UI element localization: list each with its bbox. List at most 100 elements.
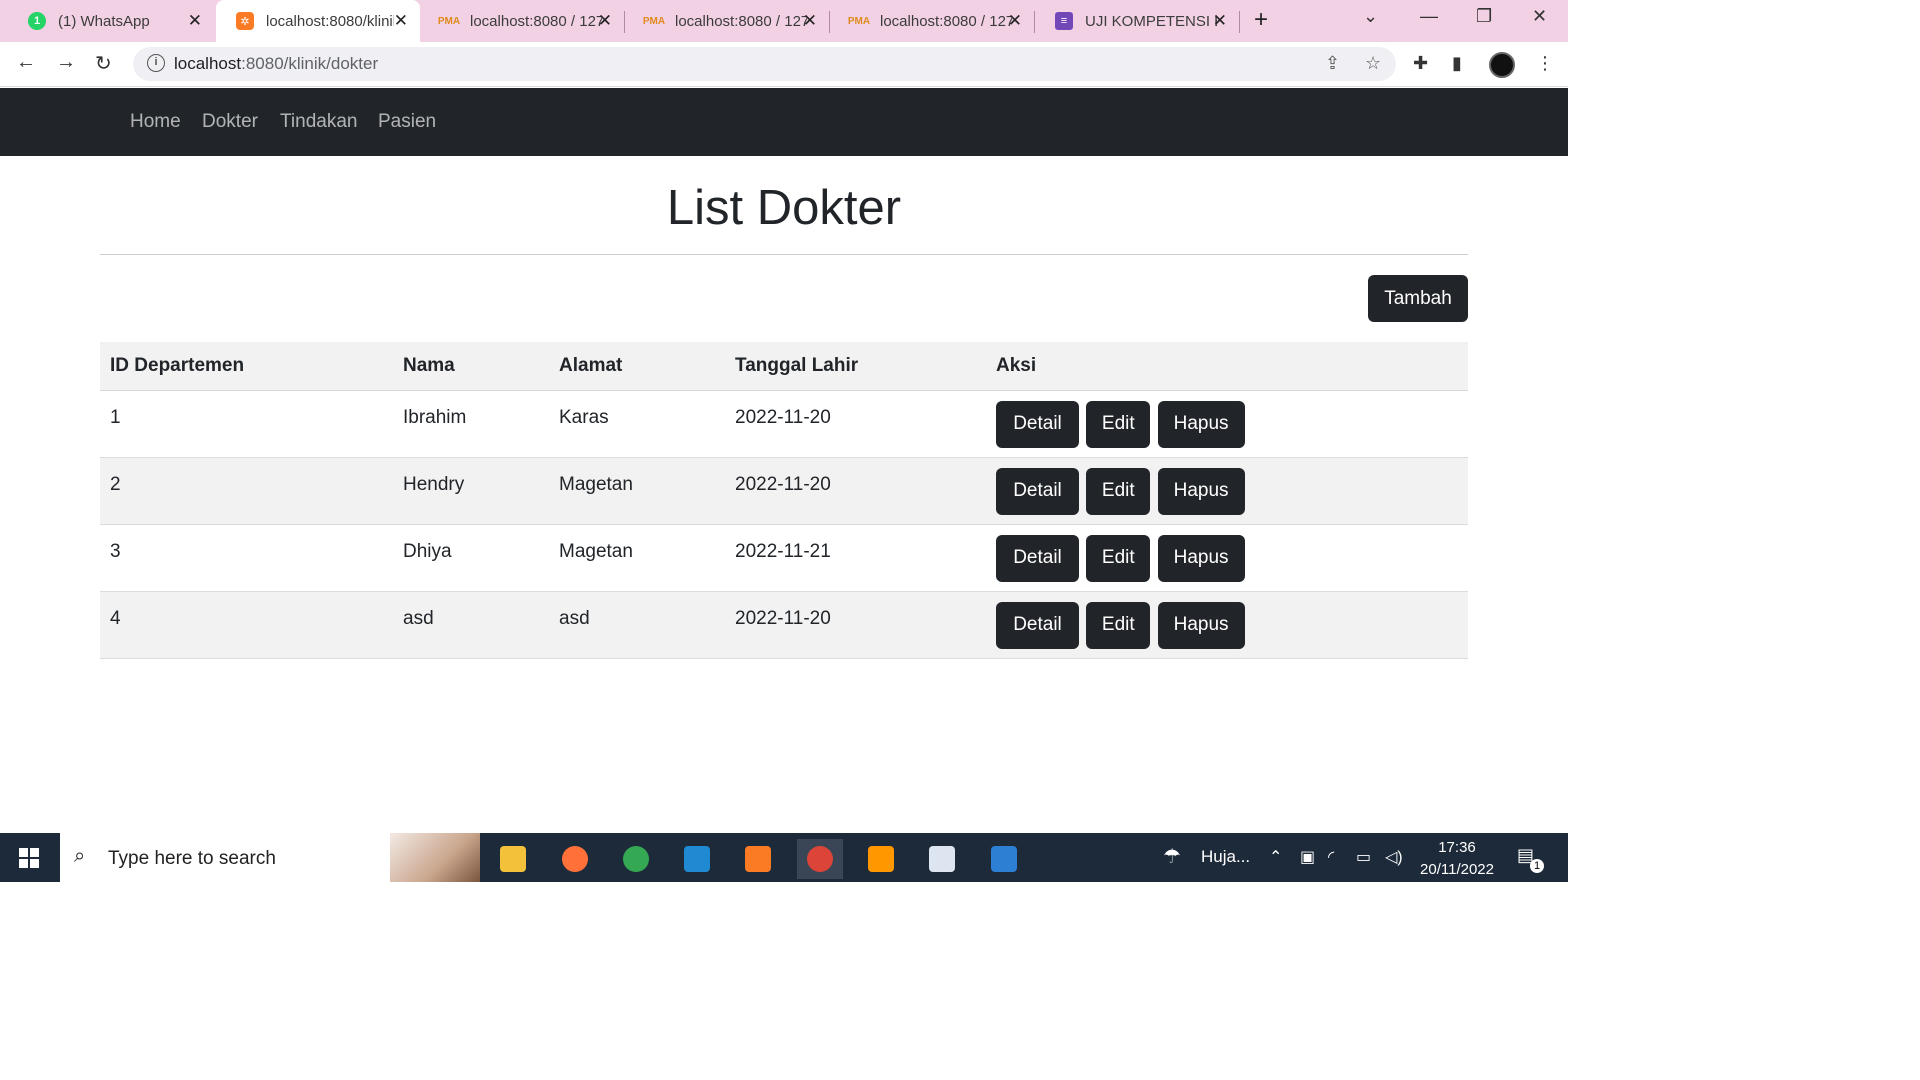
cell-tanggal-lahir: 2022-11-20 (725, 390, 986, 458)
firefox-icon[interactable] (552, 839, 598, 879)
notepad-icon[interactable] (919, 839, 965, 879)
hapus-button[interactable]: Hapus (1157, 601, 1245, 649)
xampp-taskbar-icon[interactable] (735, 839, 781, 879)
side-panel-icon[interactable]: ▮ (1452, 53, 1462, 74)
tab-search-chevron-icon[interactable]: ⌄ (1363, 6, 1378, 27)
bookmark-star-icon[interactable]: ☆ (1365, 53, 1381, 74)
chrome-icon[interactable] (797, 839, 843, 879)
table-row: 3 Dhiya Magetan 2022-11-21 Detail Edit H… (100, 524, 1468, 592)
nav-tindakan[interactable]: Tindakan (280, 111, 357, 133)
hapus-button[interactable]: Hapus (1157, 400, 1245, 448)
page-title: List Dokter (666, 181, 902, 235)
wifi-icon[interactable]: ◜ (1328, 847, 1334, 867)
minimize-icon[interactable]: — (1420, 6, 1438, 27)
cell-alamat: asd (549, 591, 725, 659)
edit-button[interactable]: Edit (1086, 467, 1151, 515)
forms-icon: ≡ (1055, 12, 1073, 30)
extensions-icon[interactable]: ✚ (1413, 53, 1428, 74)
tab-phpmyadmin-2[interactable]: PMA localhost:8080 / 127.0.0.1 ✕ (625, 0, 829, 42)
col-header-aksi: Aksi (986, 342, 1468, 391)
volume-icon[interactable]: ◁) (1385, 847, 1403, 867)
back-icon[interactable]: ← (16, 51, 36, 74)
detail-button[interactable]: Detail (996, 467, 1079, 515)
browser-toolbar: ← → ↻ i localhost:8080/klinik/dokter ⇪ ☆… (0, 42, 1568, 87)
cell-alamat: Magetan (549, 457, 725, 525)
nav-home[interactable]: Home (130, 111, 181, 133)
tab-separator (1239, 11, 1240, 33)
menu-kebab-icon[interactable]: ⋮ (1536, 53, 1554, 74)
tab-title: localhost:8080 / 127.0.0.1 (675, 12, 807, 30)
hapus-button[interactable]: Hapus (1157, 467, 1245, 515)
table-row: 4 asd asd 2022-11-20 Detail Edit Hapus (100, 591, 1468, 659)
cell-nama: asd (393, 591, 549, 659)
cell-aksi: Detail Edit Hapus (986, 591, 1468, 659)
restore-icon[interactable]: ❐ (1476, 6, 1492, 27)
weather-rain-icon[interactable]: ☂ (1163, 844, 1181, 869)
cell-tanggal-lahir: 2022-11-21 (725, 524, 986, 592)
show-hidden-icons-icon[interactable]: ⌃ (1269, 847, 1282, 867)
weather-text[interactable]: Huja... (1201, 847, 1250, 867)
detail-button[interactable]: Detail (996, 400, 1079, 448)
title-divider (100, 254, 1468, 255)
tab-title: localhost:8080/klinik/dokter (266, 12, 394, 30)
profile-avatar[interactable] (1489, 52, 1515, 78)
cell-nama: Dhiya (393, 524, 549, 592)
edit-button[interactable]: Edit (1086, 601, 1151, 649)
forward-icon[interactable]: → (56, 51, 76, 74)
taskbar-clock[interactable]: 17:36 20/11/2022 (1412, 837, 1502, 881)
windows-taskbar: ⌕ Type here to search ☂ Huja... ⌃ ▣ ◜ ▭ … (0, 833, 1568, 882)
close-tab-icon[interactable]: ✕ (394, 11, 408, 31)
meet-now-icon[interactable]: ▣ (1300, 847, 1315, 867)
table-row: 1 Ibrahim Karas 2022-11-20 Detail Edit H… (100, 390, 1468, 458)
reload-icon[interactable]: ↻ (95, 51, 112, 76)
tab-whatsapp[interactable]: 1 (1) WhatsApp ✕ (8, 0, 214, 42)
col-header-alamat: Alamat (549, 342, 725, 391)
detail-button[interactable]: Detail (996, 534, 1079, 582)
url-path: :8080/klinik/dokter (241, 54, 379, 73)
detail-button[interactable]: Detail (996, 601, 1079, 649)
new-tab-icon[interactable]: + (1254, 6, 1268, 34)
clock-time: 17:36 (1438, 839, 1476, 856)
tab-uji-kompetensi[interactable]: ≡ UJI KOMPETENSI BIDANG ✕ (1035, 0, 1239, 42)
nav-pasien[interactable]: Pasien (378, 111, 436, 133)
file-explorer-icon[interactable] (490, 839, 536, 879)
close-tab-icon[interactable]: ✕ (1213, 11, 1227, 31)
edit-button[interactable]: Edit (1086, 534, 1151, 582)
dokter-table: ID Departemen Nama Alamat Tanggal Lahir … (100, 342, 1468, 659)
clock-date: 20/11/2022 (1420, 861, 1494, 878)
close-tab-icon[interactable]: ✕ (803, 11, 817, 31)
photos-icon[interactable] (981, 839, 1027, 879)
address-url[interactable]: localhost:8080/klinik/dokter (174, 54, 378, 74)
tambah-button[interactable]: Tambah (1368, 275, 1468, 322)
browser-tab-strip: 1 (1) WhatsApp ✕ ✲ localhost:8080/klinik… (0, 0, 1568, 42)
col-header-nama: Nama (393, 342, 549, 391)
hapus-button[interactable]: Hapus (1157, 534, 1245, 582)
tab-title: localhost:8080 / 127.0.0.1 (880, 12, 1012, 30)
vscode-icon[interactable] (674, 839, 720, 879)
search-placeholder: Type here to search (108, 848, 276, 869)
taskbar-search[interactable]: ⌕ Type here to search (60, 833, 480, 882)
share-icon[interactable]: ⇪ (1325, 53, 1340, 74)
chrome-canary-icon[interactable] (613, 839, 659, 879)
site-info-icon[interactable]: i (147, 54, 165, 72)
tab-klinik-dokter[interactable]: ✲ localhost:8080/klinik/dokter ✕ (216, 0, 420, 42)
battery-icon[interactable]: ▭ (1356, 847, 1371, 867)
cell-id: 1 (100, 390, 393, 458)
phpmyadmin-icon: PMA (642, 15, 666, 27)
tab-phpmyadmin-1[interactable]: PMA localhost:8080 / 127.0.0.1 ✕ (420, 0, 624, 42)
close-tab-icon[interactable]: ✕ (188, 11, 202, 31)
notification-count-badge: 1 (1530, 859, 1544, 873)
address-bar[interactable]: i localhost:8080/klinik/dokter ⇪ ☆ (133, 47, 1396, 81)
cell-aksi: Detail Edit Hapus (986, 524, 1468, 592)
windows-start-icon[interactable] (19, 848, 39, 868)
sublime-text-icon[interactable] (858, 839, 904, 879)
close-window-icon[interactable]: ✕ (1532, 6, 1547, 27)
nav-dokter[interactable]: Dokter (202, 111, 258, 133)
col-header-id: ID Departemen (100, 342, 393, 391)
edit-button[interactable]: Edit (1086, 400, 1151, 448)
close-tab-icon[interactable]: ✕ (598, 11, 612, 31)
cell-id: 4 (100, 591, 393, 659)
close-tab-icon[interactable]: ✕ (1008, 11, 1022, 31)
tab-phpmyadmin-3[interactable]: PMA localhost:8080 / 127.0.0.1 ✕ (830, 0, 1034, 42)
search-icon: ⌕ (74, 845, 86, 867)
